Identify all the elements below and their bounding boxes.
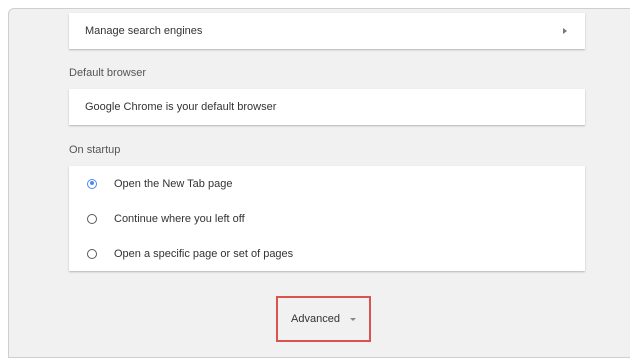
startup-option-label: Open the New Tab page [114,177,233,190]
default-browser-status-row: Google Chrome is your default browser [69,89,585,125]
advanced-label: Advanced [291,313,340,325]
startup-option-label: Continue where you left off [114,212,245,225]
manage-search-engines-link[interactable]: Manage search engines [69,13,585,49]
advanced-highlight-box: Advanced [276,296,371,342]
startup-option-label: Open a specific page or set of pages [114,247,294,260]
default-browser-status: Google Chrome is your default browser [85,101,277,113]
default-browser-card: Google Chrome is your default browser [69,89,585,125]
manage-search-engines-label: Manage search engines [85,25,203,37]
startup-option-new-tab[interactable]: Open the New Tab page [69,166,585,201]
default-browser-heading: Default browser [69,67,147,79]
on-startup-card: Open the New Tab page Continue where you… [69,166,585,271]
advanced-button[interactable]: Advanced [291,313,356,325]
radio-button[interactable] [87,248,97,259]
chevron-right-icon [563,28,567,34]
on-startup-heading: On startup [69,144,121,156]
caret-down-icon [349,317,356,321]
radio-button[interactable] [87,213,97,224]
search-engines-card: Manage search engines [69,13,585,49]
startup-option-specific-pages[interactable]: Open a specific page or set of pages [69,236,585,271]
startup-option-continue[interactable]: Continue where you left off [69,201,585,236]
radio-button-checked[interactable] [87,178,97,189]
